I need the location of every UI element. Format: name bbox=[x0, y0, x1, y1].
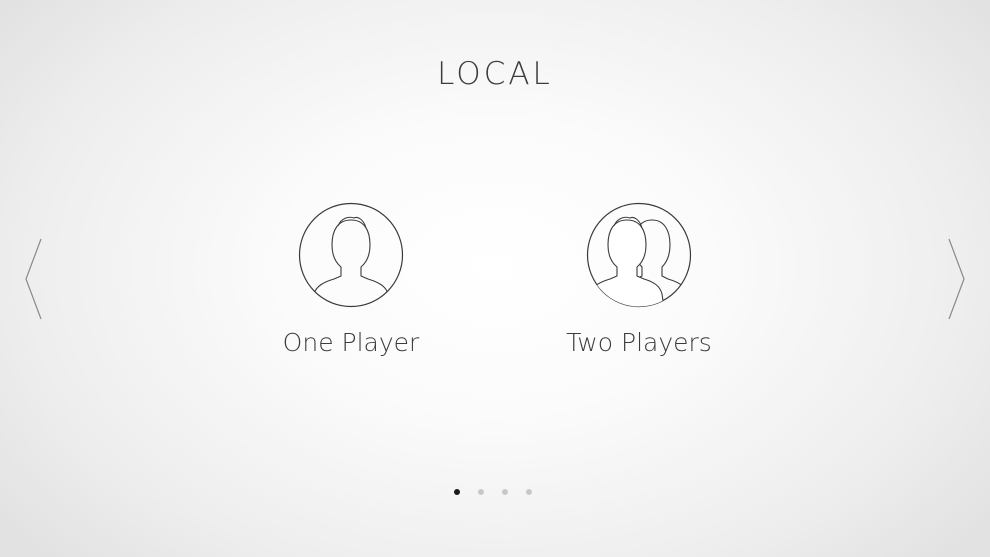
page-dot-1[interactable] bbox=[454, 489, 460, 495]
next-page-button[interactable] bbox=[946, 238, 966, 320]
chevron-left-icon bbox=[25, 238, 42, 320]
page-dot-3[interactable] bbox=[502, 489, 508, 495]
two-players-label: Two Players bbox=[566, 328, 712, 357]
page-title: LOCAL bbox=[437, 56, 553, 92]
page-indicator bbox=[454, 489, 532, 497]
two-players-button[interactable]: Two Players bbox=[549, 202, 729, 372]
page-dot-2[interactable] bbox=[478, 489, 484, 495]
chevron-right-icon bbox=[948, 238, 965, 320]
one-player-label: One Player bbox=[282, 328, 420, 357]
page-dot-4[interactable] bbox=[526, 489, 532, 495]
previous-page-button[interactable] bbox=[24, 238, 44, 320]
one-player-button[interactable]: One Player bbox=[261, 202, 441, 372]
two-users-icon bbox=[586, 202, 692, 308]
single-user-icon bbox=[298, 202, 404, 308]
